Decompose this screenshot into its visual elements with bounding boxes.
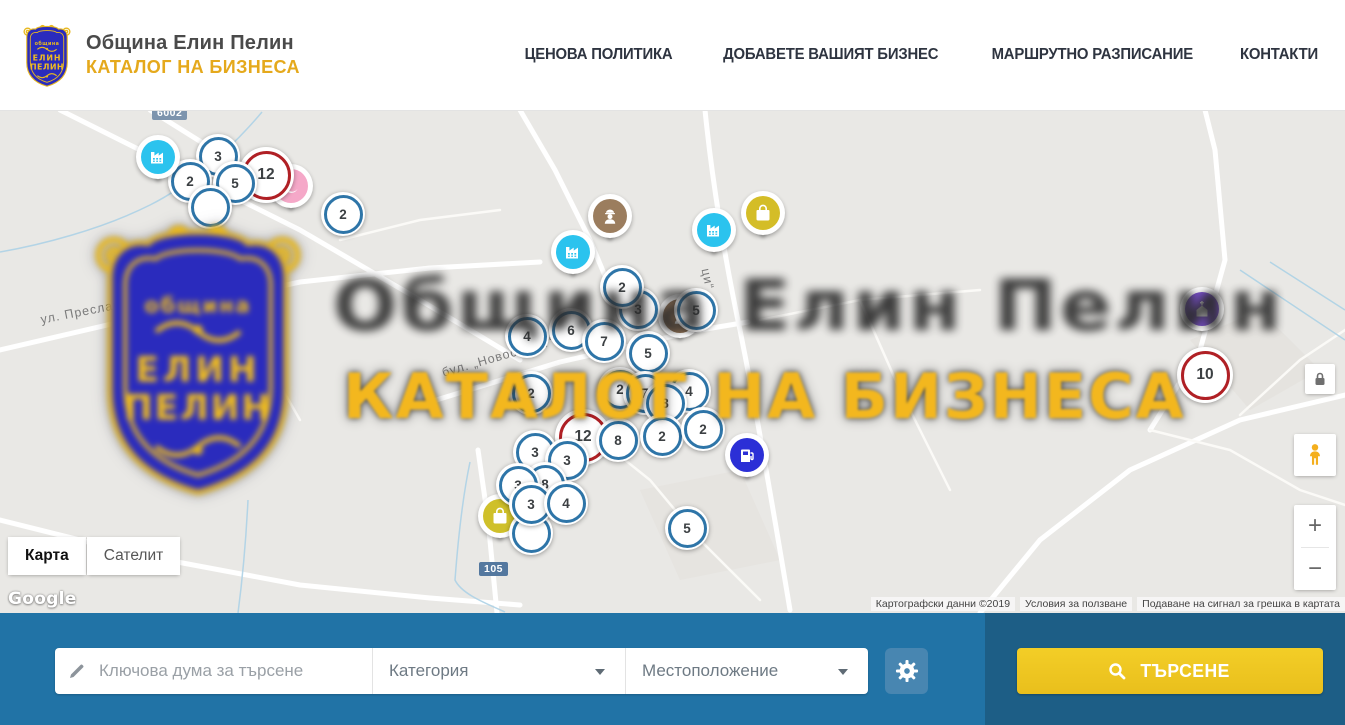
gear-icon bbox=[894, 658, 920, 684]
factory-pin-marker[interactable] bbox=[692, 208, 736, 252]
pegman-icon bbox=[1302, 442, 1328, 468]
cluster-marker[interactable]: 2 bbox=[509, 371, 553, 415]
nav-add-your-business[interactable]: ДОБАВЕТЕ ВАШИЯТ БИЗНЕС bbox=[723, 46, 938, 64]
cluster-marker[interactable]: 4 bbox=[505, 314, 549, 358]
report-error-link[interactable]: Подаване на сигнал за грешка в картата bbox=[1137, 597, 1345, 611]
lock-control-button[interactable] bbox=[1305, 364, 1335, 394]
cluster-marker[interactable]: 10 bbox=[1177, 347, 1233, 403]
factory-pin-marker[interactable] bbox=[136, 135, 180, 179]
satellite-view-button[interactable]: Сателит bbox=[87, 537, 180, 575]
worker-pin-marker[interactable] bbox=[588, 194, 632, 238]
category-dropdown[interactable]: Категория bbox=[372, 648, 625, 694]
google-logo[interactable]: Google bbox=[8, 589, 77, 609]
keyword-segment bbox=[55, 648, 372, 694]
keyword-search-input[interactable] bbox=[97, 660, 372, 682]
category-dropdown-label: Категория bbox=[389, 661, 468, 681]
filter-bar: Категория Местоположение bbox=[55, 648, 868, 694]
advanced-settings-button[interactable] bbox=[885, 648, 928, 694]
site-logo[interactable]: Община Елин Пелин КАТАЛОГ НА БИЗНЕСА bbox=[20, 22, 300, 88]
search-section: Категория Местоположение bbox=[0, 613, 1345, 725]
cluster-marker[interactable] bbox=[188, 185, 232, 229]
cluster-marker[interactable]: 2 bbox=[640, 414, 684, 458]
cluster-marker[interactable]: 5 bbox=[674, 288, 718, 332]
street-view-pegman-button[interactable] bbox=[1294, 434, 1336, 476]
search-icon bbox=[1107, 661, 1127, 681]
page: Община Елин Пелин КАТАЛОГ НА БИЗНЕСА ЦЕН… bbox=[0, 0, 1345, 725]
zoom-in-button[interactable]: + bbox=[1294, 505, 1336, 547]
map-view-button[interactable]: Карта bbox=[8, 537, 86, 575]
map-canvas[interactable]: 6002 105 ул. Преслав бул. „Новоселци“ ци… bbox=[0, 110, 1345, 613]
cluster-marker[interactable]: 4 bbox=[544, 481, 588, 525]
municipality-crest-icon bbox=[20, 22, 74, 88]
terms-link[interactable]: Условия за ползване bbox=[1020, 597, 1132, 611]
search-button[interactable]: ТЪРСЕНЕ bbox=[1017, 648, 1323, 694]
map-markers-layer: 12325234625752274812822338334510 bbox=[0, 110, 1345, 613]
zoom-control: + − bbox=[1294, 505, 1336, 590]
site-subtitle: КАТАЛОГ НА БИЗНЕСА bbox=[86, 57, 300, 78]
nav-contacts[interactable]: КОНТАКТИ bbox=[1240, 46, 1318, 64]
chevron-down-icon bbox=[595, 669, 605, 675]
chevron-down-icon bbox=[838, 669, 848, 675]
search-button-label: ТЪРСЕНЕ bbox=[1141, 660, 1230, 682]
fuel-pin-marker[interactable] bbox=[725, 433, 769, 477]
cluster-marker[interactable]: 7 bbox=[582, 319, 626, 363]
cluster-marker[interactable]: 5 bbox=[665, 506, 709, 550]
cluster-marker[interactable]: 8 bbox=[596, 418, 640, 462]
cluster-marker[interactable]: 5 bbox=[626, 331, 670, 375]
site-title: Община Елин Пелин bbox=[86, 32, 300, 55]
pencil-icon bbox=[67, 661, 87, 681]
header: Община Елин Пелин КАТАЛОГ НА БИЗНЕСА ЦЕН… bbox=[0, 0, 1345, 111]
cluster-marker[interactable]: 2 bbox=[600, 265, 644, 309]
bag-pin-marker[interactable] bbox=[741, 191, 785, 235]
cluster-marker[interactable]: 2 bbox=[681, 407, 725, 451]
site-logo-text: Община Елин Пелин КАТАЛОГ НА БИЗНЕСА bbox=[86, 32, 300, 78]
cluster-marker[interactable]: 2 bbox=[321, 192, 365, 236]
main-nav: ЦЕНОВА ПОЛИТИКА ДОБАВЕТЕ ВАШИЯТ БИЗНЕС М… bbox=[519, 46, 1321, 64]
map-type-control: Карта Сателит bbox=[8, 537, 180, 575]
church-pin-marker[interactable] bbox=[1180, 287, 1224, 331]
nav-pricing-policy[interactable]: ЦЕНОВА ПОЛИТИКА bbox=[525, 46, 673, 64]
map-attribution: Картографски данни ©2019 Условия за полз… bbox=[871, 597, 1345, 611]
zoom-out-button[interactable]: − bbox=[1294, 548, 1336, 590]
location-dropdown[interactable]: Местоположение bbox=[625, 648, 868, 694]
lock-icon bbox=[1310, 369, 1330, 389]
map-data-notice: Картографски данни ©2019 bbox=[871, 597, 1015, 611]
location-dropdown-label: Местоположение bbox=[642, 661, 778, 681]
nav-route-schedule[interactable]: МАРШРУТНО РАЗПИСАНИЕ bbox=[991, 46, 1192, 64]
